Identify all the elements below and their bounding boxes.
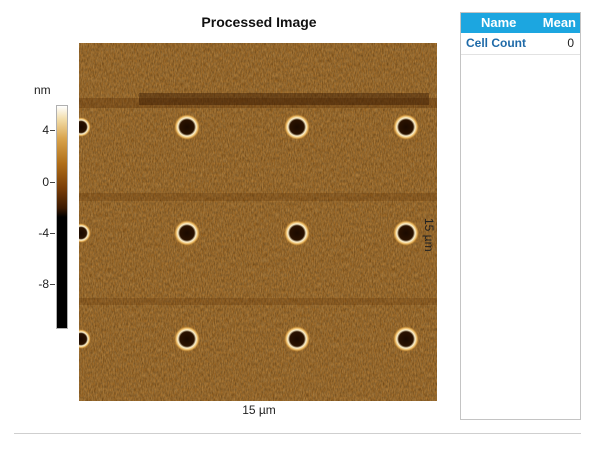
- column-header-mean[interactable]: Mean: [543, 15, 576, 30]
- afm-image-canvas: [79, 43, 437, 401]
- colorbar-tick: 4: [35, 123, 59, 137]
- table-row[interactable]: Cell Count 0: [461, 33, 580, 55]
- colorbar-unit: nm: [34, 83, 51, 97]
- row-name: Cell Count: [466, 36, 526, 50]
- divider: [14, 433, 581, 434]
- colorbar: [56, 105, 68, 329]
- colorbar-tick: 0: [35, 175, 59, 189]
- row-mean: 0: [567, 36, 574, 50]
- results-table-header: Name Mean: [461, 13, 580, 33]
- colorbar-tick: -8: [35, 277, 59, 291]
- image-title: Processed Image: [201, 14, 317, 30]
- y-axis-scale-label: 15 µm: [422, 218, 436, 252]
- results-table: Name Mean Cell Count 0: [460, 12, 581, 420]
- afm-height-image[interactable]: [79, 43, 437, 401]
- colorbar-tick: -4: [35, 226, 59, 240]
- x-axis-scale-label: 15 µm: [242, 403, 276, 417]
- column-header-name[interactable]: Name: [481, 15, 516, 30]
